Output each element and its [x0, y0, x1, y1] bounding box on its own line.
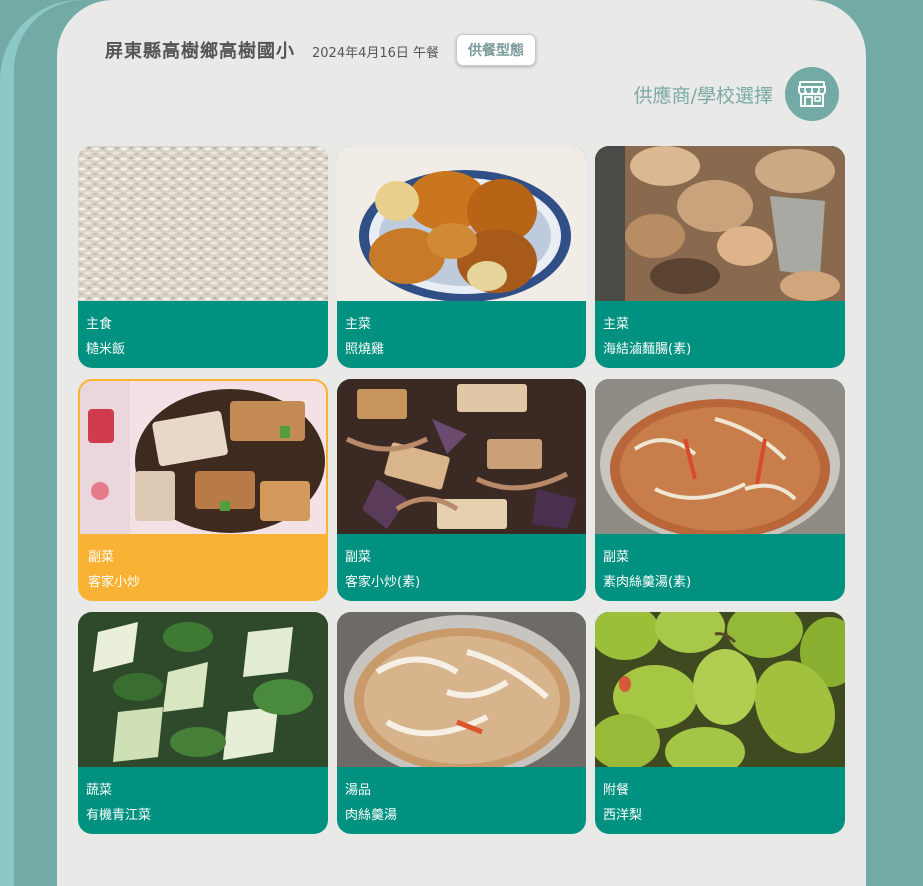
dish-name: 有機青江菜 — [86, 808, 152, 823]
dish-category: 主菜 — [345, 317, 372, 332]
hakka-stir-fry-photo — [80, 381, 326, 534]
pork-thick-soup-photo — [337, 612, 586, 767]
dish-category: 湯品 — [345, 783, 372, 798]
dish-card[interactable]: 副菜 客家小炒(素) — [337, 379, 586, 601]
dish-card[interactable]: 主食 糙米飯 — [78, 146, 328, 368]
bok-choy-photo — [78, 612, 328, 767]
dish-card[interactable]: 湯品 肉絲羹湯 — [337, 612, 586, 834]
header: 屏東縣高樹鄉高樹國小 2024年4月16日 午餐 供餐型態 — [105, 34, 537, 66]
teriyaki-chicken-photo — [337, 146, 586, 301]
dish-name: 肉絲羹湯 — [345, 808, 398, 823]
vendor-selector[interactable]: 供應商/學校選擇 — [634, 67, 839, 121]
vendor-label[interactable]: 供應商/學校選擇 — [634, 81, 773, 108]
rice-photo — [78, 146, 328, 301]
meal-date: 2024年4月16日 午餐 — [312, 46, 440, 61]
dish-name: 西洋梨 — [603, 808, 643, 823]
dish-category: 蔬菜 — [86, 783, 113, 798]
school-name: 屏東縣高樹鄉高樹國小 — [105, 41, 295, 62]
dish-category: 副菜 — [88, 550, 115, 565]
dish-card[interactable]: 主菜 海結滷麵腸(素) — [595, 146, 845, 368]
dish-category: 主食 — [86, 317, 113, 332]
dish-card[interactable]: 附餐 西洋梨 — [595, 612, 845, 834]
braised-kelp-gluten-photo — [595, 146, 845, 301]
vendor-button[interactable] — [785, 67, 839, 121]
dish-name: 素肉絲羹湯(素) — [603, 575, 692, 590]
dish-category: 附餐 — [603, 783, 630, 798]
dish-category: 副菜 — [345, 550, 372, 565]
dish-name: 海結滷麵腸(素) — [603, 342, 692, 357]
vegetarian-thick-soup-photo — [595, 379, 845, 534]
dish-name: 糙米飯 — [86, 342, 126, 357]
dish-grid: 主食 糙米飯 主菜 照燒雞 主菜 海結滷麵腸(素) 副菜 客家小炒 副菜 客家小… — [78, 146, 845, 834]
dish-name: 客家小炒(素) — [345, 575, 421, 590]
dish-category: 副菜 — [603, 550, 630, 565]
dish-name: 照燒雞 — [345, 342, 385, 357]
dish-card[interactable]: 蔬菜 有機青江菜 — [78, 612, 328, 834]
meal-type-button[interactable]: 供餐型態 — [456, 34, 537, 66]
vegetarian-hakka-stir-fry-photo — [337, 379, 586, 534]
store-icon — [798, 81, 826, 107]
dish-card[interactable]: 副菜 素肉絲羹湯(素) — [595, 379, 845, 601]
dish-card[interactable]: 主菜 照燒雞 — [337, 146, 586, 368]
menu-panel: 屏東縣高樹鄉高樹國小 2024年4月16日 午餐 供餐型態 供應商/學校選擇 主… — [57, 0, 866, 886]
pears-photo — [595, 612, 845, 767]
dish-name: 客家小炒 — [88, 575, 141, 590]
dish-category: 主菜 — [603, 317, 630, 332]
dish-card-selected[interactable]: 副菜 客家小炒 — [78, 379, 328, 601]
